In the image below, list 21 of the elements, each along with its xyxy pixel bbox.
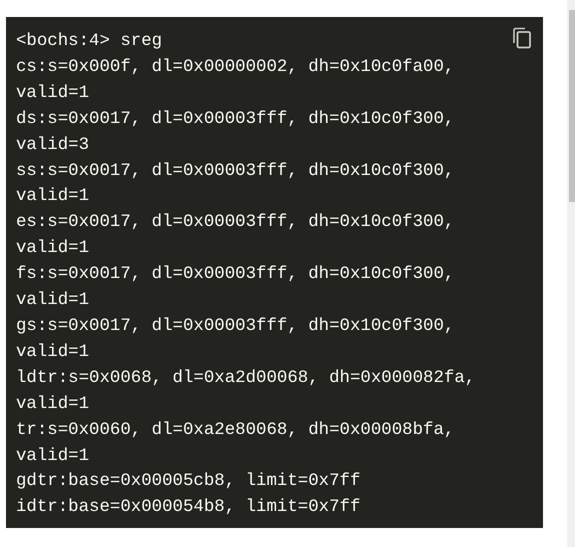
code-line: <bochs:4> sreg xyxy=(16,31,162,53)
code-line: cs:s=0x000f, dl=0x00000002, dh=0x10c0fa00, xyxy=(16,56,454,79)
code-line: ldtr:s=0x0068, dl=0xa2d00068, dh=0x000082fa, xyxy=(16,368,476,390)
code-line: tr:s=0x0060, dl=0xa2e80068, dh=0x00008bfa, xyxy=(16,420,454,442)
code-line: fs:s=0x0017, dl=0x00003fff, dh=0x10c0f300, xyxy=(16,264,454,286)
code-line: valid=1 xyxy=(16,394,90,416)
scrollbar-thumb[interactable] xyxy=(569,10,575,202)
code-line: valid=1 xyxy=(16,186,90,208)
code-line: valid=3 xyxy=(16,134,90,157)
code-line: valid=1 xyxy=(16,82,90,105)
code-line: ds:s=0x0017, dl=0x00003fff, dh=0x10c0f300, xyxy=(16,108,454,131)
code-line: valid=1 xyxy=(16,342,90,364)
code-line: ss:s=0x0017, dl=0x00003fff, dh=0x10c0f300, xyxy=(16,160,454,183)
code-line: idtr:base=0x000054b8, limit=0x7ff xyxy=(16,497,360,520)
copy-icon[interactable] xyxy=(512,27,532,49)
code-line: es:s=0x0017, dl=0x00003fff, dh=0x10c0f300, xyxy=(16,212,454,234)
code-line: valid=1 xyxy=(16,290,90,312)
code-line: valid=1 xyxy=(16,238,90,260)
code-line: gs:s=0x0017, dl=0x00003fff, dh=0x10c0f300, xyxy=(16,316,454,338)
code-line: gdtr:base=0x00005cb8, limit=0x7ff xyxy=(16,471,360,494)
code-line: valid=1 xyxy=(16,446,90,468)
